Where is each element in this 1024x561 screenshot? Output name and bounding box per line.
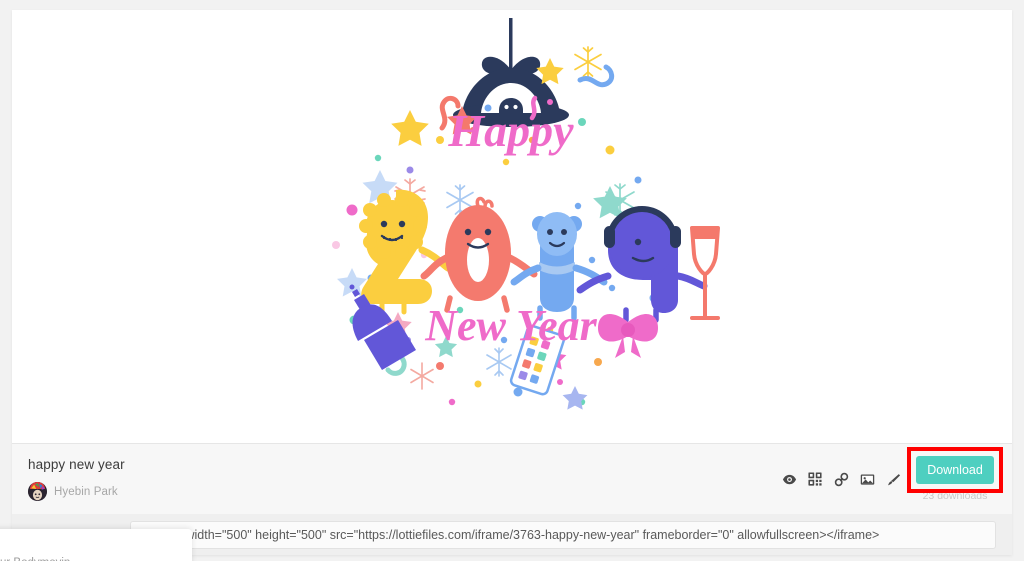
download-button[interactable]: Download xyxy=(916,456,994,484)
qr-code-icon[interactable] xyxy=(802,466,828,492)
animation-detail-card: Happy New Year happy new year Hyebin Par… xyxy=(12,10,1012,555)
brush-icon[interactable] xyxy=(880,466,906,492)
bodymovin-toast: ur Bodymovin xyxy=(0,529,192,561)
illustration-greeting-bottom: New Year xyxy=(424,301,597,350)
image-icon[interactable] xyxy=(854,466,880,492)
action-bar: Download 23 downloads xyxy=(776,447,1003,502)
download-count: 23 downloads xyxy=(922,490,988,502)
avatar[interactable] xyxy=(28,482,47,502)
illustration-greeting-top: Happy xyxy=(447,105,574,156)
download-area: Download 23 downloads xyxy=(907,447,1003,502)
animation-meta: happy new year Hyebin Park xyxy=(28,456,125,502)
toast-text: ur Bodymovin xyxy=(0,557,70,561)
link-icon[interactable] xyxy=(828,466,854,492)
animation-canvas: Happy New Year xyxy=(292,10,732,443)
digit-0-character xyxy=(420,196,538,313)
eye-icon[interactable] xyxy=(776,466,802,492)
champagne-glass xyxy=(690,226,720,320)
page-root: Happy New Year happy new year Hyebin Par… xyxy=(0,0,1024,561)
animation-stage[interactable]: Happy New Year xyxy=(12,10,1012,443)
author-row[interactable]: Hyebin Park xyxy=(28,482,125,502)
embed-code-input[interactable] xyxy=(130,520,996,549)
animation-title: happy new year xyxy=(28,456,125,472)
animation-info-bar: happy new year Hyebin Park Download 23 d… xyxy=(12,443,1012,514)
author-name: Hyebin Park xyxy=(54,485,118,498)
happy-new-year-illustration: Happy New Year xyxy=(332,18,720,410)
digit-9-character xyxy=(576,206,708,323)
digit-2-character xyxy=(359,189,452,315)
